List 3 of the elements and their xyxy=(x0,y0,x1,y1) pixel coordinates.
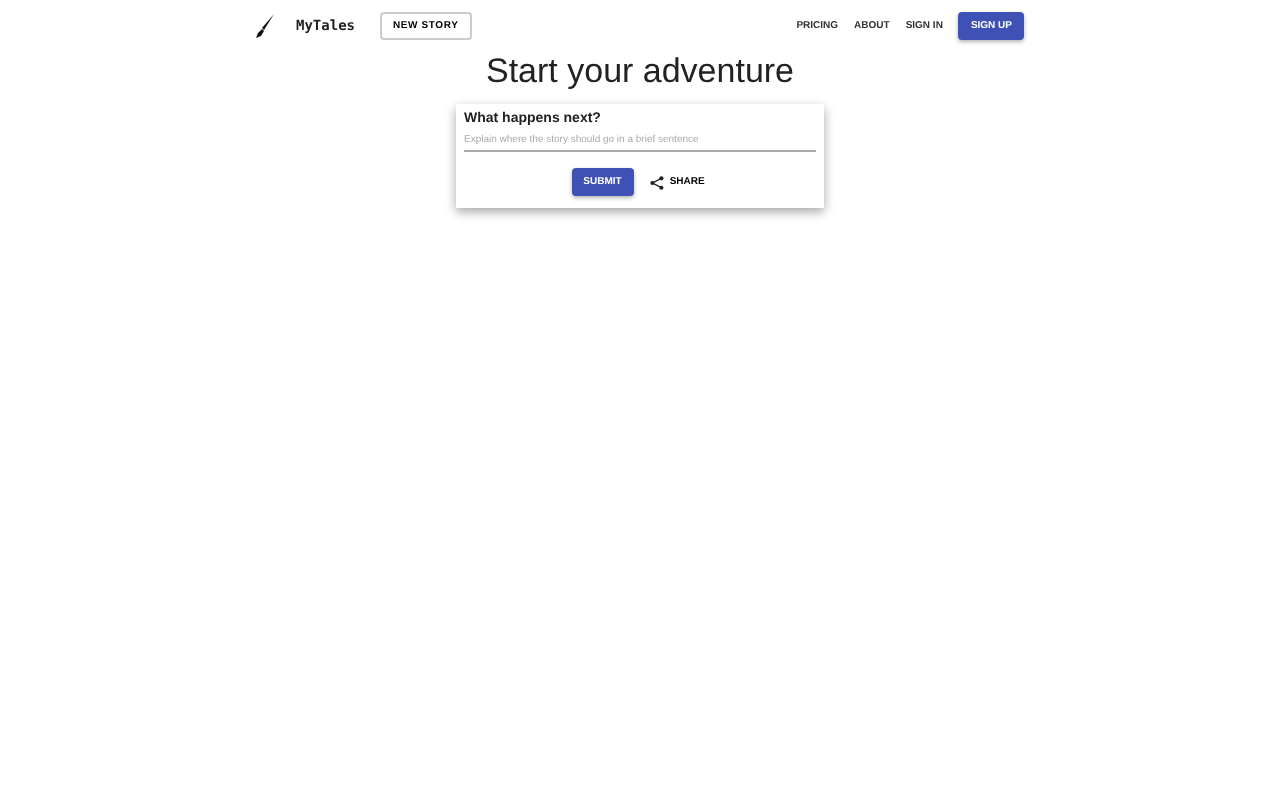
page-title: Start your adventure xyxy=(483,52,797,92)
brush-icon xyxy=(256,14,276,38)
share-icon xyxy=(649,175,664,189)
